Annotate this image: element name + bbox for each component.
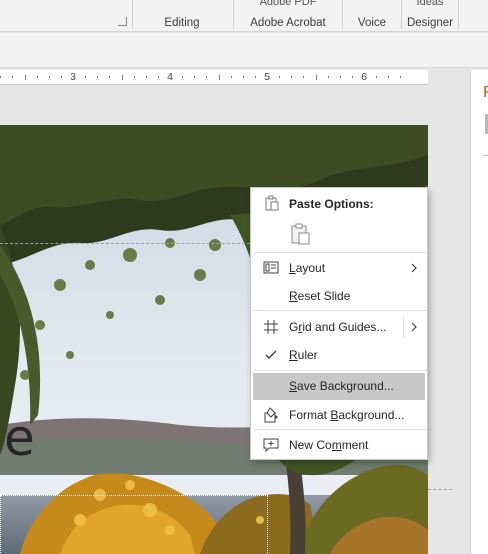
menu-item-label: Format Background... bbox=[289, 408, 405, 422]
ruler-tick bbox=[61, 76, 62, 78]
layout-icon bbox=[263, 261, 279, 274]
pane-divider bbox=[483, 155, 488, 156]
menu-item-layout[interactable]: Layout bbox=[251, 255, 427, 281]
menu-divider bbox=[253, 370, 427, 371]
ribbon-group-top-label: Ideas bbox=[416, 0, 444, 8]
ruler-tick bbox=[352, 76, 353, 78]
ruler-tick bbox=[219, 75, 220, 80]
ribbon-separator bbox=[458, 0, 459, 29]
ruler-tick bbox=[291, 76, 292, 78]
menu-item-label: New Comment bbox=[289, 438, 369, 452]
ruler-number: 6 bbox=[361, 71, 367, 83]
submenu-split-divider bbox=[403, 316, 404, 338]
checkmark-icon bbox=[265, 350, 277, 359]
ruler-tick bbox=[400, 76, 401, 78]
ruler-tick bbox=[134, 76, 135, 78]
quick-access-bar bbox=[0, 33, 488, 68]
menu-item-grid-and-guides[interactable]: Grid and Guides... bbox=[251, 314, 427, 340]
menu-divider bbox=[253, 429, 427, 430]
menu-divider bbox=[253, 310, 427, 311]
ruler-tick bbox=[255, 76, 256, 78]
right-pane: F bbox=[470, 70, 488, 554]
ruler-tick bbox=[279, 76, 280, 78]
ruler-tick bbox=[303, 76, 304, 78]
ribbon-group-label: Designer bbox=[406, 17, 454, 29]
ruler-tick bbox=[194, 76, 195, 78]
ruler-tick bbox=[388, 76, 389, 78]
grid-icon bbox=[264, 320, 278, 334]
ruler-tick bbox=[328, 76, 329, 78]
ruler-tick bbox=[37, 76, 38, 78]
comment-icon bbox=[263, 438, 279, 453]
menu-item-label: Ruler bbox=[289, 348, 318, 362]
paste-keep-formatting-icon[interactable] bbox=[289, 222, 313, 246]
ruler-tick bbox=[49, 76, 50, 78]
ruler-tick bbox=[376, 76, 377, 78]
ruler-tick bbox=[122, 75, 123, 80]
menu-item-label: Layout bbox=[289, 261, 326, 275]
pane-title-fragment: F bbox=[483, 84, 488, 101]
ruler-number: 5 bbox=[264, 71, 270, 83]
ribbon-group-label: Adobe Acrobat bbox=[250, 17, 326, 29]
guide-extension bbox=[428, 489, 452, 490]
context-menu: Paste Options: Layout Reset Slide Grid a… bbox=[250, 187, 428, 460]
ribbon-group-label: Editing bbox=[164, 17, 200, 29]
ribbon: Editing Adobe PDF Adobe Acrobat Voice Id… bbox=[0, 0, 488, 32]
ruler-tick bbox=[97, 76, 98, 78]
ribbon-group-top-label: Adobe PDF bbox=[259, 0, 317, 8]
slide-title-text[interactable]: e bbox=[4, 413, 35, 463]
ruler-tick bbox=[158, 76, 159, 78]
ruler-tick bbox=[25, 75, 26, 80]
ruler-tick bbox=[182, 76, 183, 78]
ribbon-group-adobe-acrobat[interactable]: Adobe PDF Adobe Acrobat bbox=[234, 0, 342, 32]
ruler-tick bbox=[243, 76, 244, 78]
ruler-tick bbox=[85, 76, 86, 78]
menu-item-label: Save Background... bbox=[289, 379, 394, 393]
menu-item-new-comment[interactable]: New Comment bbox=[251, 432, 427, 458]
paste-icon bbox=[265, 195, 279, 211]
menu-item-ruler[interactable]: Ruler bbox=[251, 342, 427, 368]
ruler-tick bbox=[0, 76, 1, 78]
ribbon-group-editing[interactable]: Editing bbox=[132, 0, 232, 32]
horizontal-ruler[interactable]: 3 4 5 6 bbox=[0, 70, 428, 85]
menu-item-label: Grid and Guides... bbox=[289, 320, 387, 334]
menu-item-format-background[interactable]: Format Background... bbox=[251, 402, 427, 428]
dialog-launcher-icon[interactable] bbox=[118, 17, 127, 26]
ruler-tick bbox=[316, 75, 317, 80]
menu-item-save-background[interactable]: Save Background... bbox=[253, 373, 425, 400]
paste-options-label: Paste Options: bbox=[289, 197, 374, 211]
ruler-tick bbox=[109, 76, 110, 78]
ruler-tick bbox=[146, 76, 147, 78]
ruler-tick bbox=[340, 76, 341, 78]
ruler-tick bbox=[231, 76, 232, 78]
format-background-icon bbox=[264, 407, 278, 423]
ribbon-group-voice[interactable]: Voice bbox=[343, 0, 401, 32]
chevron-right-icon bbox=[411, 263, 417, 273]
ribbon-group-label: Voice bbox=[357, 17, 387, 29]
ruler-number: 4 bbox=[167, 71, 173, 83]
text-placeholder-box[interactable] bbox=[0, 495, 268, 554]
menu-item-label: Reset Slide bbox=[289, 289, 351, 303]
ruler-tick bbox=[206, 76, 207, 78]
chevron-right-icon[interactable] bbox=[409, 322, 419, 332]
ribbon-group-designer[interactable]: Ideas Designer bbox=[402, 0, 458, 32]
placeholder-guide bbox=[0, 243, 250, 244]
menu-item-reset-slide[interactable]: Reset Slide bbox=[251, 283, 427, 309]
ruler-number: 3 bbox=[70, 71, 76, 83]
menu-divider bbox=[253, 252, 427, 253]
ribbon-separator bbox=[132, 0, 133, 29]
ruler-tick bbox=[12, 76, 13, 78]
